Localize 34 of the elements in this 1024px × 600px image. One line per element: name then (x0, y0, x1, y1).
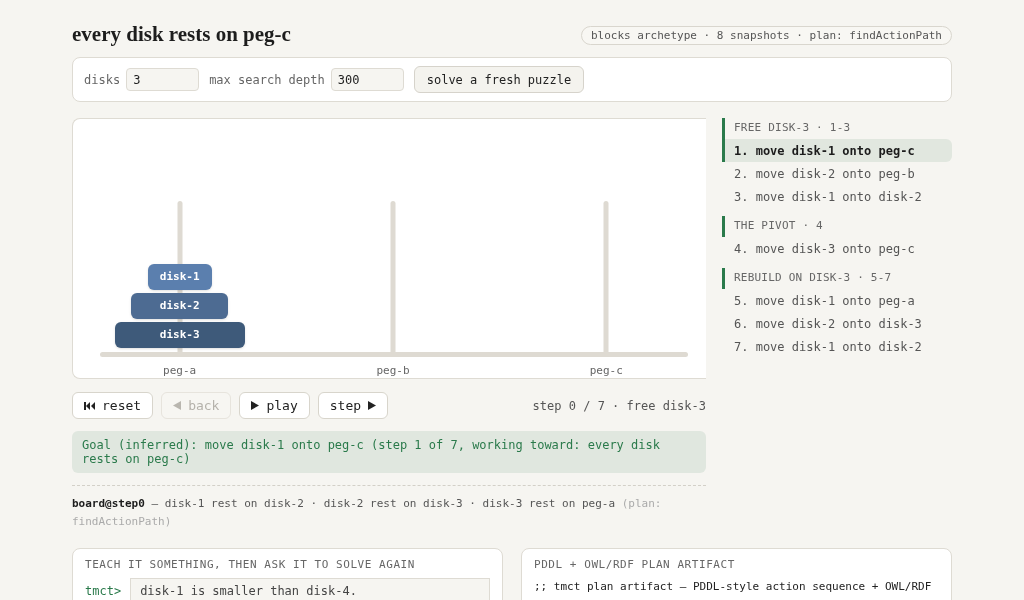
field-label: disks (84, 71, 121, 89)
plan-section-heading: THE PIVOT · 4 (722, 216, 952, 237)
panel-heading: PDDL + OWL/RDF PLAN ARTIFACT (534, 558, 736, 572)
number-input[interactable]: 300 (330, 68, 404, 91)
skip-back-icon (84, 401, 95, 410)
reset-button[interactable]: reset (72, 392, 154, 419)
artifact-line: ;; tmct plan artifact — PDDL-style action sequence + OWL/RDF (534, 580, 933, 594)
prompt-label: tmct> (85, 583, 122, 600)
goal-message: Goal (inferred): move disk-1 onto peg-c (step 1 of 7, working toward: every disk rests on peg-c) (72, 431, 706, 473)
plan-step[interactable]: 1. move disk-1 onto peg-c (722, 139, 952, 162)
plan-step[interactable]: 5. move disk-1 onto peg-a (722, 289, 952, 312)
teach-input[interactable]: disk-1 is smaller than disk-4. (130, 578, 490, 600)
peg-label: peg-c (589, 364, 623, 378)
page-title: every disk rests on peg-c (72, 22, 291, 46)
peg-label: peg-a (163, 364, 197, 378)
step-button[interactable]: step (317, 392, 389, 419)
step-status: step 0 / 7 · free disk-3 (532, 397, 706, 415)
plan-step[interactable]: 4. move disk-3 onto peg-c (722, 237, 952, 260)
board-state-text: board@step0 — disk-1 rest on disk-2 · disk-2 rest on disk-3 · disk-3 rest on peg-a (plan: findActionPath) (72, 496, 663, 530)
plan-step[interactable]: 6. move disk-2 onto disk-3 (722, 312, 952, 335)
plan-section-heading: REBUILD ON DISK-3 · 5-7 (722, 268, 952, 289)
peg-label: peg-b (376, 364, 410, 378)
plan-step[interactable]: 3. move disk-1 onto disk-2 (722, 185, 952, 208)
solve-button[interactable]: solve a fresh puzzle (413, 66, 585, 93)
triangle-left-icon (173, 401, 182, 410)
plan-step[interactable]: 2. move disk-2 onto peg-b (722, 162, 952, 185)
panel-heading: TEACH IT SOMETHING, THEN ASK IT TO SOLVE AGAIN (85, 558, 416, 572)
plan-step[interactable]: 7. move disk-1 onto disk-2 (722, 335, 952, 358)
number-input[interactable]: 3 (126, 68, 200, 91)
plan-summary-tag: blocks archetype · 8 snapshots · plan: findActionPath (581, 26, 952, 45)
field-label: max search depth (209, 71, 325, 89)
triangle-right-icon (368, 401, 377, 410)
play-button[interactable]: play (239, 392, 310, 419)
triangle-right-icon (251, 401, 260, 410)
